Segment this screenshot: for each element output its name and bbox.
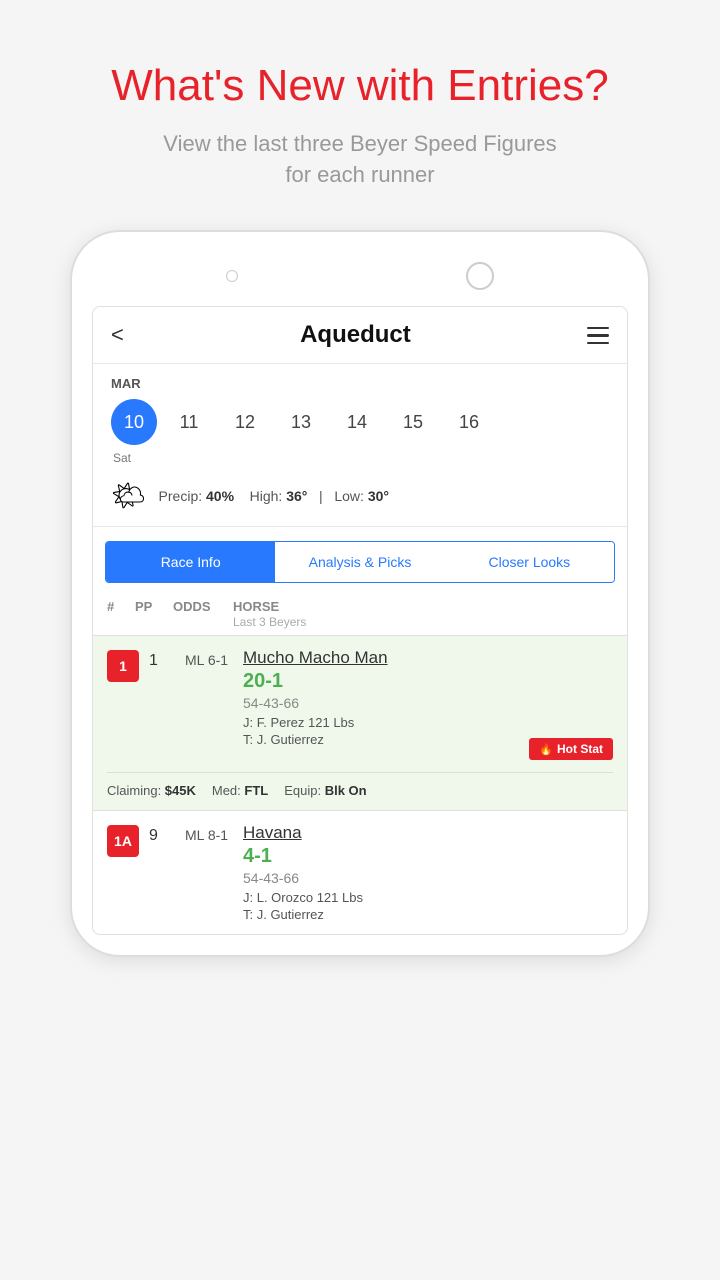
- tab-closer-looks[interactable]: Closer Looks: [445, 542, 614, 582]
- runner-med: Med: FTL: [212, 783, 268, 798]
- page-subtitle: View the last three Beyer Speed Figuresf…: [111, 129, 608, 191]
- runner-ml-odds-1: 20-1: [243, 670, 613, 693]
- date-11[interactable]: 11: [165, 401, 213, 443]
- runner-row-1: 1 1 ML 6-1 Mucho Macho Man 20-1 54-43-66…: [93, 635, 627, 810]
- day-label: Sat: [113, 451, 609, 465]
- col-horse-sub: Last 3 Beyers: [233, 615, 306, 629]
- runner-details-1: Claiming: $45K Med: FTL Equip: Blk On: [107, 772, 613, 798]
- runner-claiming: Claiming: $45K: [107, 783, 196, 798]
- weather-section: 🌤 Precip: 40% High: 36° | Low: 30°: [93, 473, 627, 527]
- runner-name-1[interactable]: Mucho Macho Man: [243, 648, 613, 668]
- calendar-section: MAR 10 11 12 13 14 15 16 Sat: [93, 364, 627, 473]
- app-header: < Aqueduct: [93, 307, 627, 364]
- hamburger-line-2: [587, 334, 609, 337]
- runner-ml-odds-1a: 4-1: [243, 845, 613, 868]
- app-title: Aqueduct: [300, 321, 411, 349]
- runner-main-1a: 1A 9 ML 8-1 Havana 4-1 54-43-66 J: L. Or…: [107, 823, 613, 922]
- menu-button[interactable]: [587, 327, 609, 345]
- precip-label: Precip:: [159, 488, 203, 504]
- high-value: 36°: [286, 488, 307, 504]
- col-pp: PP: [135, 599, 173, 614]
- tab-race-info[interactable]: Race Info: [106, 542, 275, 582]
- runner-odds-1: ML 6-1: [185, 648, 237, 668]
- phone-mockup: < Aqueduct MAR 10 11 12 13 14 15 16 Sat: [70, 230, 650, 957]
- runner-jockey-1a: J: L. Orozco 121 Lbs: [243, 890, 613, 905]
- col-hash: #: [107, 599, 135, 614]
- runner-beyers-1a: 54-43-66: [243, 870, 613, 886]
- col-horse: HORSE Last 3 Beyers: [233, 599, 613, 629]
- page-header: What's New with Entries? View the last t…: [71, 0, 648, 210]
- tabs-section: Race Info Analysis & Picks Closer Looks: [105, 541, 615, 583]
- weather-icon: 🌤: [111, 479, 147, 512]
- runner-info-1: Mucho Macho Man 20-1 54-43-66 J: F. Pere…: [243, 648, 613, 760]
- page-title: What's New with Entries?: [111, 60, 608, 113]
- runner-beyers-1: 54-43-66: [243, 695, 613, 711]
- runner-jockey-1: J: F. Perez 121 Lbs: [243, 715, 613, 730]
- runner-badge-1a: 1A: [107, 825, 139, 857]
- date-13[interactable]: 13: [277, 401, 325, 443]
- date-row: 10 11 12 13 14 15 16: [111, 399, 609, 445]
- date-16[interactable]: 16: [445, 401, 493, 443]
- hot-stat-badge: Hot Stat: [529, 738, 613, 760]
- runner-pp-1: 1: [149, 648, 177, 670]
- date-15[interactable]: 15: [389, 401, 437, 443]
- phone-top-bar: [92, 252, 628, 306]
- runner-odds-1a: ML 8-1: [185, 823, 237, 843]
- phone-screen: < Aqueduct MAR 10 11 12 13 14 15 16 Sat: [92, 306, 628, 935]
- runner-main-1: 1 1 ML 6-1 Mucho Macho Man 20-1 54-43-66…: [107, 648, 613, 760]
- weather-text: Precip: 40% High: 36° | Low: 30°: [159, 488, 389, 504]
- month-label: MAR: [111, 376, 609, 391]
- tab-analysis-picks[interactable]: Analysis & Picks: [275, 542, 444, 582]
- runner-trainer-1a: T: J. Gutierrez: [243, 907, 613, 922]
- date-10[interactable]: 10: [111, 399, 157, 445]
- runner-row-1a: 1A 9 ML 8-1 Havana 4-1 54-43-66 J: L. Or…: [93, 810, 627, 934]
- runner-info-1a: Havana 4-1 54-43-66 J: L. Orozco 121 Lbs…: [243, 823, 613, 922]
- date-14[interactable]: 14: [333, 401, 381, 443]
- runner-badge-1: 1: [107, 650, 139, 682]
- back-button[interactable]: <: [111, 322, 124, 348]
- col-horse-label: HORSE: [233, 599, 279, 614]
- hamburger-line-1: [587, 327, 609, 330]
- precip-value: 40%: [206, 488, 234, 504]
- high-label: High:: [250, 488, 283, 504]
- col-odds: ODDS: [173, 599, 233, 614]
- runner-pp-1a: 9: [149, 823, 177, 845]
- date-12[interactable]: 12: [221, 401, 269, 443]
- hamburger-line-3: [587, 342, 609, 345]
- runner-equip: Equip: Blk On: [284, 783, 366, 798]
- low-label: Low:: [334, 488, 364, 504]
- front-camera-large: [466, 262, 494, 290]
- low-value: 30°: [368, 488, 389, 504]
- table-header: # PP ODDS HORSE Last 3 Beyers: [93, 593, 627, 635]
- front-camera-small: [226, 270, 238, 282]
- runner-name-1a[interactable]: Havana: [243, 823, 613, 843]
